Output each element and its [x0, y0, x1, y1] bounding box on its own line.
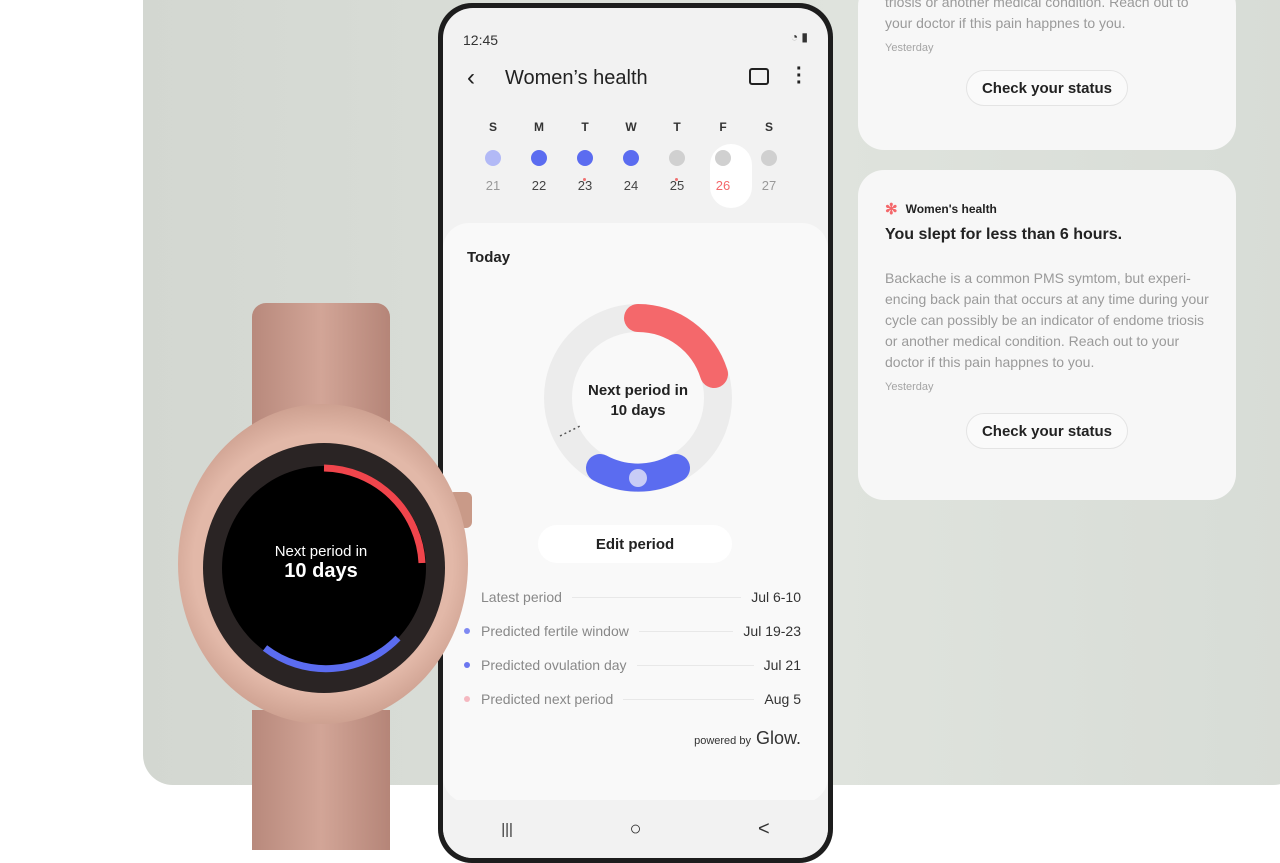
day-26[interactable]: F 26	[703, 120, 743, 193]
row-value: Jul 6-10	[751, 589, 801, 605]
day-21[interactable]: S 21	[473, 120, 513, 193]
marker-dot	[675, 178, 678, 181]
summary-row: Predicted fertile window Jul 19-23	[464, 623, 801, 639]
day-dot	[531, 150, 547, 166]
day-dot	[761, 150, 777, 166]
day-label: T	[673, 120, 681, 134]
glow-logo: Glow.	[755, 728, 801, 748]
day-label: M	[534, 120, 544, 134]
day-date: 27	[761, 178, 777, 193]
day-date: 21	[485, 178, 501, 193]
row-divider	[638, 630, 734, 632]
day-24[interactable]: W 24	[611, 120, 651, 193]
app-flower-icon: ✻	[885, 201, 898, 218]
summary-row: Predicted ovulation day Jul 21	[464, 657, 801, 673]
more-icon[interactable]: · · ·	[796, 59, 803, 93]
status-time: 12:45	[463, 32, 499, 48]
ovulation-marker	[629, 469, 647, 487]
watch-line1: Next period in	[274, 543, 368, 560]
ring-center-text: Next period in 10 days	[563, 381, 713, 421]
phone-screen: 12:45 ◔ ▮ ‹ Women’s health · · · S 21 M 22 T 23…	[443, 8, 828, 858]
powered-by: powered by Glow.	[694, 728, 801, 749]
day-date: 24	[623, 178, 639, 193]
powered-by-text: powered by	[694, 735, 751, 747]
today-label: Today	[467, 249, 511, 266]
legend-dot	[464, 628, 470, 634]
row-value: Jul 19-23	[743, 623, 801, 639]
edit-period-button[interactable]: Edit period	[538, 525, 732, 563]
day-dot	[577, 150, 593, 166]
ring-line2: 10 days	[610, 402, 666, 419]
row-divider	[636, 664, 754, 666]
row-value: Jul 21	[763, 657, 801, 673]
watch-text: Next period in 10 days	[240, 543, 402, 583]
home-button[interactable]: ○	[629, 818, 641, 841]
phone: 12:45 ◔ ▮ ‹ Women’s health · · · S 21 M 22 T 23…	[438, 3, 833, 863]
period-arc	[624, 304, 728, 388]
row-label: Predicted next period	[481, 691, 614, 707]
day-date: 22	[531, 178, 547, 193]
today-panel: Today Next period in 10 days Edit period…	[443, 223, 828, 803]
marker-dot	[583, 178, 586, 181]
day-date: 26	[715, 178, 731, 193]
day-label: F	[719, 120, 727, 134]
card-time: Yesterday	[885, 42, 934, 54]
day-dot	[715, 150, 731, 166]
check-status-button[interactable]: Check your status	[966, 413, 1128, 449]
day-dot	[623, 150, 639, 166]
card-time: Yesterday	[885, 381, 934, 393]
back-button[interactable]: <	[758, 818, 770, 841]
card-title: You slept for less than 6 hours.	[885, 226, 1123, 243]
card-body: triosis or another medical condition. Re…	[885, 0, 1189, 31]
notification-card: ✻ Women's health You slept for less than…	[858, 170, 1236, 500]
day-22[interactable]: M 22	[519, 120, 559, 193]
day-dot	[485, 150, 501, 166]
recents-button[interactable]: |||	[501, 821, 513, 838]
page-title: Women’s health	[505, 67, 648, 89]
watch-line2: 10 days	[284, 560, 358, 582]
summary-row: Latest period Jul 6-10	[481, 589, 801, 605]
row-label: Predicted fertile window	[481, 623, 629, 639]
card-app-name: Women's health	[905, 202, 997, 216]
summary-row: Predicted next period Aug 5	[464, 691, 801, 707]
card-body: Backache is a common PMS symtom, but exp…	[885, 270, 1209, 370]
day-25[interactable]: T 25	[657, 120, 697, 193]
notification-card-top: triosis or another medical condition. Re…	[858, 0, 1236, 150]
week-strip: S 21 M 22 T 23 W 24 T 25 F 26 S 27	[473, 120, 789, 193]
day-label: W	[625, 120, 637, 134]
legend-dot	[464, 696, 470, 702]
day-dot	[669, 150, 685, 166]
status-icons: ◔ ▮	[790, 30, 808, 44]
day-27[interactable]: S 27	[749, 120, 789, 193]
row-divider	[571, 596, 742, 598]
day-label: T	[581, 120, 589, 134]
nav-bar: ||| ○ <	[443, 800, 828, 858]
row-label: Predicted ovulation day	[481, 657, 627, 673]
calendar-icon[interactable]	[749, 68, 769, 85]
day-label: S	[764, 120, 773, 134]
row-value: Aug 5	[764, 691, 801, 707]
back-icon[interactable]: ‹	[467, 64, 475, 92]
row-label: Latest period	[481, 589, 562, 605]
check-status-button[interactable]: Check your status	[966, 70, 1128, 106]
row-divider	[623, 698, 755, 700]
legend-dot	[464, 662, 470, 668]
day-23[interactable]: T 23	[565, 120, 605, 193]
day-label: S	[488, 120, 497, 134]
ring-line1: Next period in	[587, 382, 688, 399]
